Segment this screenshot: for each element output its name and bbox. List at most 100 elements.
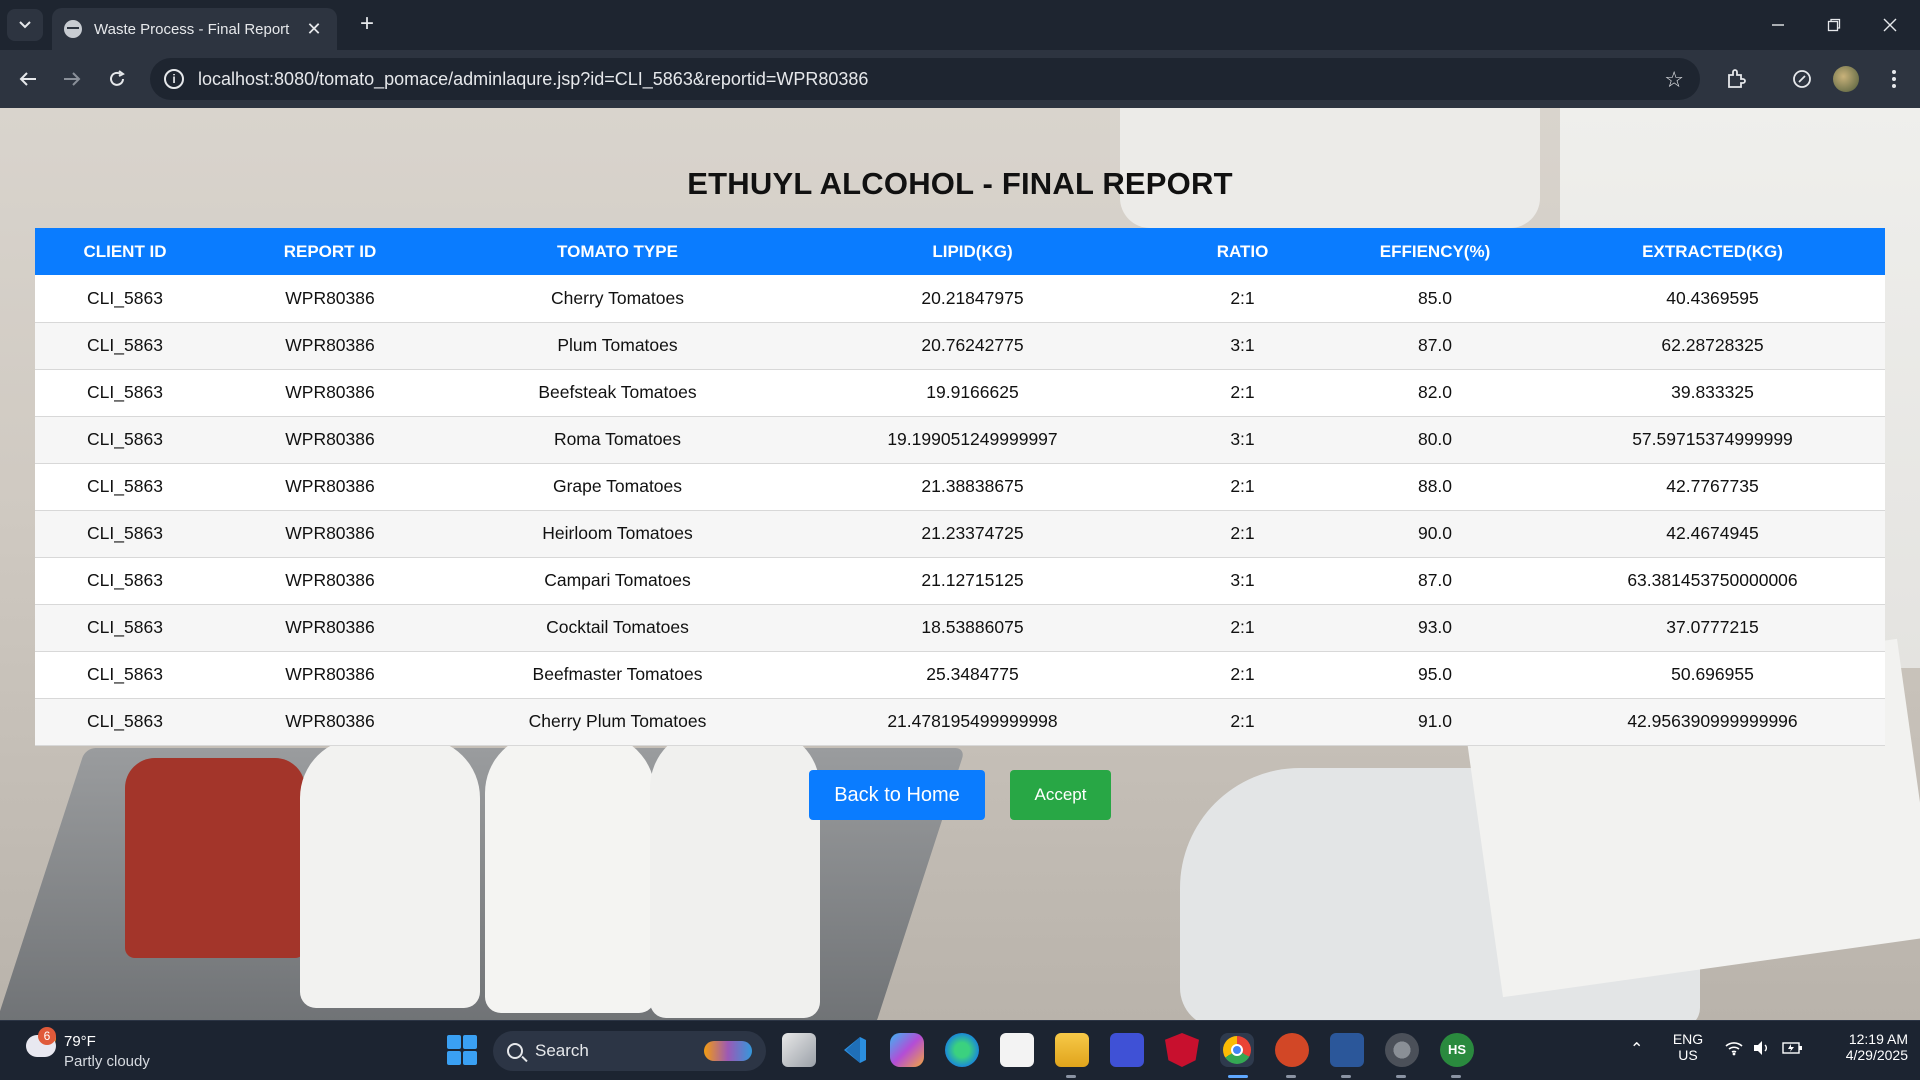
powerpoint-icon[interactable] (1275, 1033, 1309, 1067)
column-header-report-id: REPORT ID (215, 228, 445, 275)
taskbar-search[interactable]: Search (493, 1031, 766, 1071)
cell-tomato-type: Beefsteak Tomatoes (445, 369, 790, 417)
cell-tomato-type: Heirloom Tomatoes (445, 510, 790, 558)
cell-lipid: 21.23374725 (790, 510, 1155, 558)
tab-title: Waste Process - Final Report (94, 20, 290, 38)
cell-lipid: 21.38838675 (790, 463, 1155, 511)
windows-logo-icon (463, 1035, 477, 1049)
cell-tomato-type: Plum Tomatoes (445, 322, 790, 370)
column-header-tomato-type: TOMATO TYPE (445, 228, 790, 275)
cell-report-id: WPR80386 (215, 604, 445, 652)
chevron-up-icon[interactable]: ⌃ (1630, 1039, 1643, 1059)
cell-client-id: CLI_5863 (35, 698, 215, 746)
close-tab-icon[interactable]: ✕ (303, 19, 325, 40)
background-bottle (300, 738, 480, 1008)
minimize-button[interactable] (1750, 0, 1806, 50)
tab-search-button[interactable] (7, 9, 43, 41)
browser-menu-button[interactable] (1878, 63, 1910, 95)
settings-gear-icon[interactable] (1385, 1033, 1419, 1067)
profile-initials-icon[interactable]: HS (1440, 1033, 1474, 1067)
cell-tomato-type: Campari Tomatoes (445, 557, 790, 605)
open-app-indicator (1066, 1075, 1076, 1078)
close-icon (1883, 18, 1897, 32)
network-status[interactable] (1724, 1040, 1744, 1059)
puzzle-icon (1728, 69, 1746, 88)
background-bottle (650, 728, 820, 1018)
mcafee-icon[interactable] (1165, 1033, 1199, 1067)
column-header-lipid: LIPID(KG) (790, 228, 1155, 275)
cell-ratio: 2:1 (1155, 463, 1330, 511)
speed-icon (1793, 70, 1811, 88)
language-indicator[interactable]: ENG US (1668, 1031, 1708, 1063)
volume-control[interactable] (1752, 1040, 1770, 1059)
store-icon[interactable] (1000, 1033, 1034, 1067)
cell-effiency: 90.0 (1330, 510, 1540, 558)
speaker-icon (1754, 1041, 1767, 1055)
browser-tab-active[interactable]: Waste Process - Final Report ✕ (52, 8, 337, 50)
chevron-down-icon (19, 21, 31, 29)
cell-effiency: 93.0 (1330, 604, 1540, 652)
cell-report-id: WPR80386 (215, 275, 445, 323)
cell-extracted: 63.381453750000006 (1540, 557, 1885, 605)
performance-button[interactable] (1786, 63, 1818, 95)
cell-lipid: 19.199051249999997 (790, 416, 1155, 464)
column-header-extracted: EXTRACTED(KG) (1540, 228, 1885, 275)
cell-report-id: WPR80386 (215, 557, 445, 605)
copilot-icon[interactable] (890, 1033, 924, 1067)
open-app-indicator (1451, 1075, 1461, 1078)
language-code: ENG (1672, 1031, 1704, 1047)
cell-client-id: CLI_5863 (35, 510, 215, 558)
column-header-client-id: CLIENT ID (35, 228, 215, 275)
bookmark-star-icon[interactable]: ☆ (1664, 67, 1684, 93)
clock[interactable]: 12:19 AM 4/29/2025 (1820, 1031, 1908, 1063)
table-row: CLI_5863 WPR80386 Heirloom Tomatoes 21.2… (35, 510, 1885, 558)
avatar-icon (1833, 66, 1859, 92)
battery-status[interactable] (1782, 1040, 1804, 1059)
active-app-indicator (1228, 1075, 1248, 1078)
vscode-icon[interactable] (836, 1033, 870, 1067)
cell-report-id: WPR80386 (215, 651, 445, 699)
back-to-home-button[interactable]: Back to Home (809, 770, 985, 820)
cell-ratio: 2:1 (1155, 698, 1330, 746)
cell-extracted: 42.956390999999996 (1540, 698, 1885, 746)
restore-icon (1827, 18, 1841, 32)
new-tab-button[interactable]: + (352, 10, 382, 40)
forward-nav-button[interactable] (56, 63, 88, 95)
cell-ratio: 2:1 (1155, 651, 1330, 699)
close-window-button[interactable] (1862, 0, 1918, 50)
address-bar[interactable]: i localhost:8080/tomato_pomace/adminlaqu… (150, 58, 1700, 100)
cell-ratio: 2:1 (1155, 369, 1330, 417)
cell-report-id: WPR80386 (215, 322, 445, 370)
clock-time: 12:19 AM (1848, 1031, 1908, 1047)
accept-button[interactable]: Accept (1010, 770, 1111, 820)
site-info-icon[interactable]: i (164, 69, 184, 89)
cell-ratio: 3:1 (1155, 416, 1330, 464)
file-explorer-icon[interactable] (1055, 1033, 1089, 1067)
back-nav-button[interactable] (12, 63, 44, 95)
cell-effiency: 91.0 (1330, 698, 1540, 746)
open-app-indicator (1396, 1075, 1406, 1078)
cell-ratio: 2:1 (1155, 604, 1330, 652)
cell-effiency: 87.0 (1330, 557, 1540, 605)
app-icon[interactable] (1110, 1033, 1144, 1067)
cell-effiency: 87.0 (1330, 322, 1540, 370)
reload-button[interactable] (101, 63, 133, 95)
extensions-button[interactable] (1720, 63, 1752, 95)
edge-icon[interactable] (945, 1033, 979, 1067)
profile-avatar[interactable] (1830, 63, 1862, 95)
weather-widget[interactable]: 6 79°F Partly cloudy (22, 1027, 222, 1075)
open-app-indicator (1341, 1075, 1351, 1078)
reload-icon (110, 70, 125, 86)
cell-ratio: 3:1 (1155, 322, 1330, 370)
table-row: CLI_5863 WPR80386 Grape Tomatoes 21.3883… (35, 463, 1885, 511)
restore-button[interactable] (1806, 0, 1862, 50)
task-view-icon[interactable] (782, 1033, 816, 1067)
table-row: CLI_5863 WPR80386 Cherry Plum Tomatoes 2… (35, 698, 1885, 746)
cell-ratio: 2:1 (1155, 275, 1330, 323)
cell-tomato-type: Roma Tomatoes (445, 416, 790, 464)
chrome-taskbar-button[interactable] (1220, 1033, 1254, 1067)
word-icon[interactable] (1330, 1033, 1364, 1067)
search-icon (507, 1043, 523, 1059)
table-row: CLI_5863 WPR80386 Cherry Tomatoes 20.218… (35, 275, 1885, 323)
start-button[interactable] (447, 1035, 477, 1065)
